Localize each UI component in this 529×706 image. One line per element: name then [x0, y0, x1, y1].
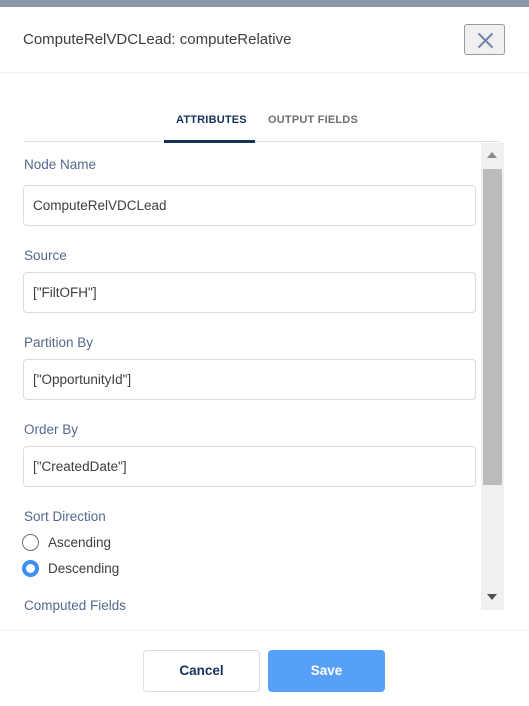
sort-direction-label: Sort Direction [24, 509, 106, 524]
close-icon [477, 32, 494, 49]
modal-title: ComputeRelVDCLead: computeRelative [23, 31, 292, 48]
attributes-panel: Node Name ComputeRelVDCLead Source ["Fil… [0, 143, 480, 613]
scrollbar[interactable] [481, 143, 504, 610]
scroll-down-arrow-icon[interactable] [481, 586, 504, 610]
window-top-bar [0, 0, 529, 7]
source-label: Source [24, 248, 67, 263]
scrollbar-thumb[interactable] [483, 169, 502, 485]
tab-bar: ATTRIBUTES OUTPUT FIELDS [0, 100, 529, 143]
radio-checked-icon [22, 559, 39, 577]
modal-header: ComputeRelVDCLead: computeRelative [0, 7, 529, 73]
tab-divider [23, 141, 500, 142]
radio-ascending[interactable]: Ascending [22, 532, 111, 552]
node-name-label: Node Name [24, 157, 97, 172]
cancel-button[interactable]: Cancel [143, 650, 260, 692]
save-button[interactable]: Save [268, 650, 385, 692]
scroll-up-arrow-icon[interactable] [481, 143, 504, 167]
close-button[interactable] [464, 24, 505, 55]
radio-descending-label: Descending [48, 560, 120, 576]
computed-fields-label: Computed Fields [24, 598, 127, 613]
radio-unchecked-icon [22, 533, 39, 551]
modal-footer: Cancel Save [0, 630, 529, 706]
partition-by-label: Partition By [24, 335, 94, 350]
node-name-input[interactable]: ComputeRelVDCLead [23, 185, 476, 226]
radio-descending[interactable]: Descending [22, 558, 119, 578]
order-by-label: Order By [24, 422, 79, 437]
tab-output-fields[interactable]: OUTPUT FIELDS [268, 114, 358, 126]
partition-by-input[interactable]: ["OpportunityId"] [23, 359, 476, 400]
source-input[interactable]: ["FiltOFH"] [23, 272, 476, 313]
tab-attributes[interactable]: ATTRIBUTES [176, 114, 247, 126]
order-by-input[interactable]: ["CreatedDate"] [23, 446, 476, 487]
radio-ascending-label: Ascending [48, 534, 112, 550]
